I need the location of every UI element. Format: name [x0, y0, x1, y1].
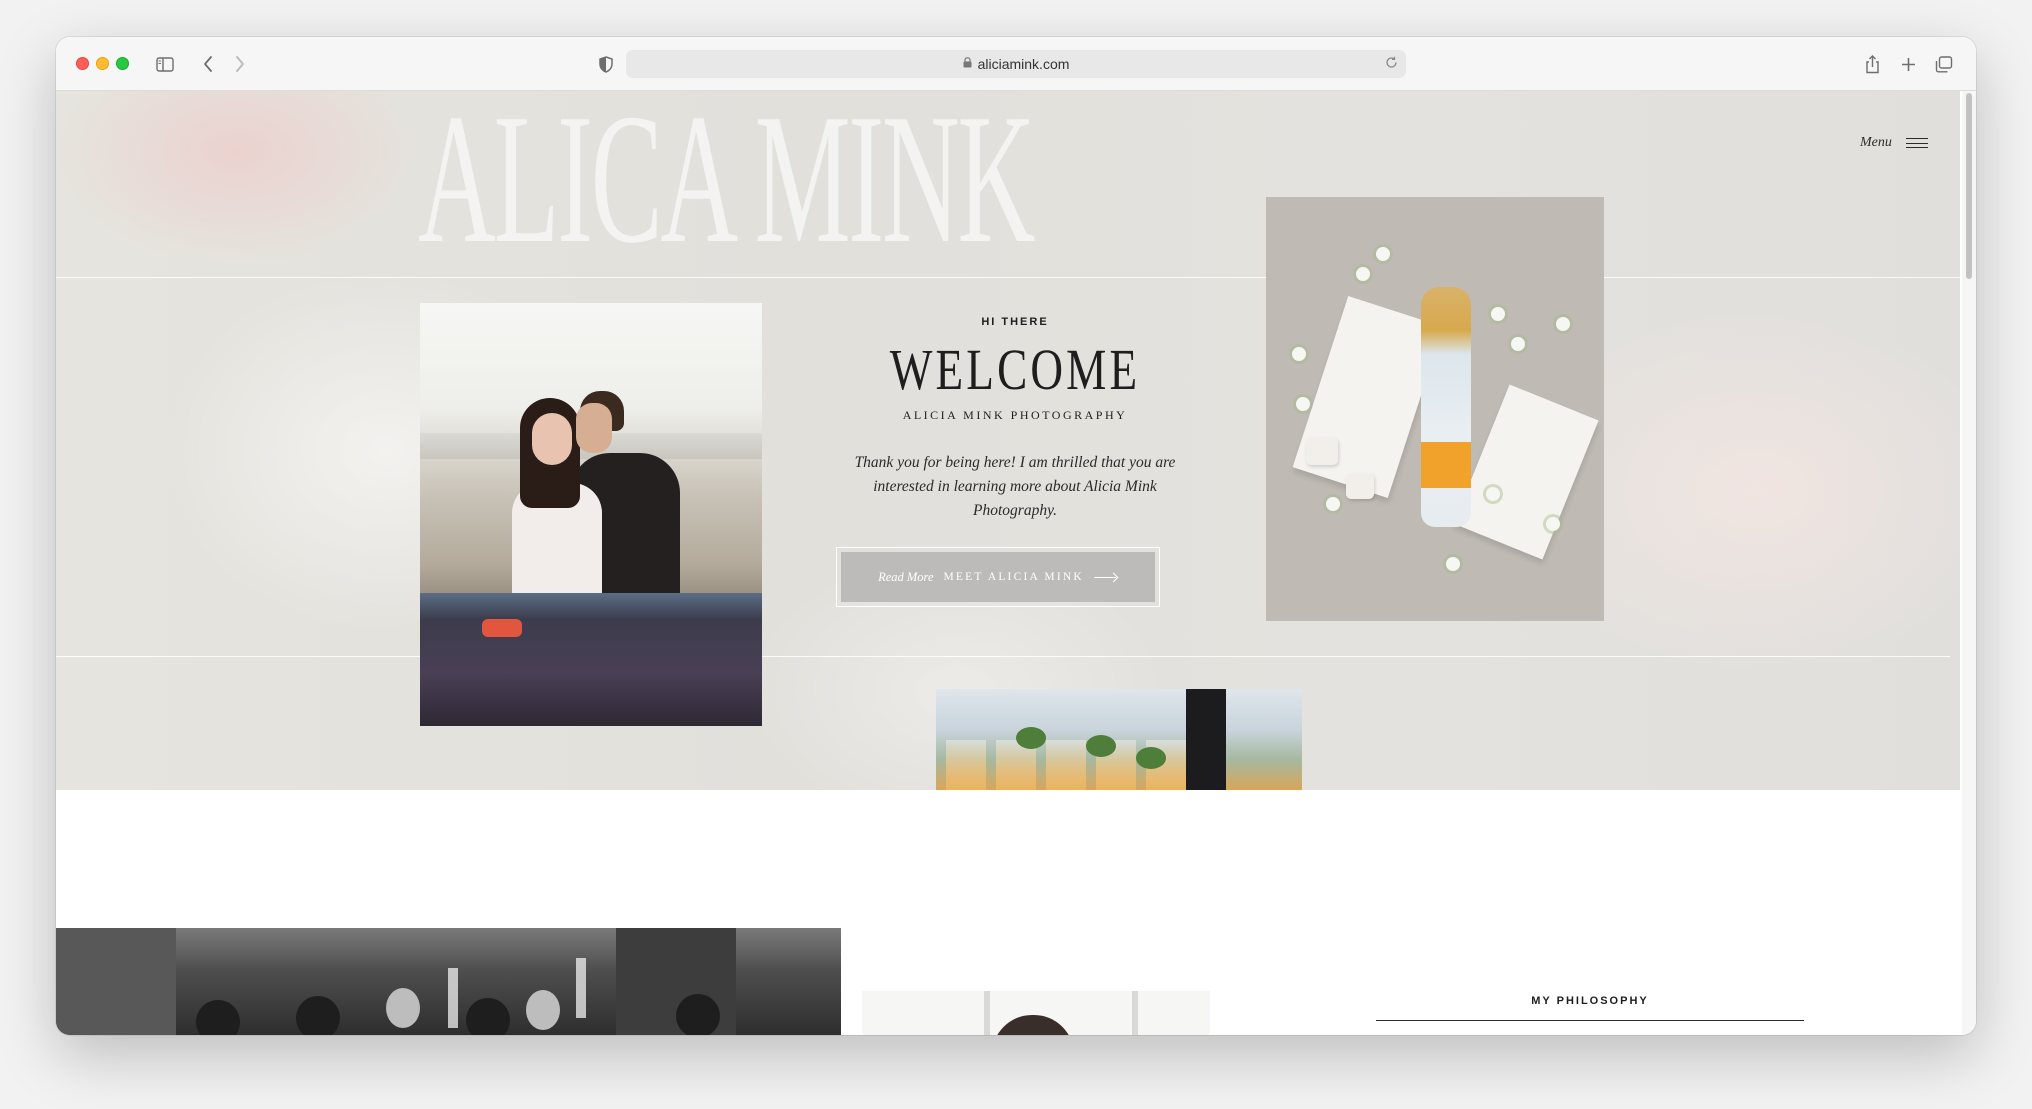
menu-label: Menu: [1860, 135, 1892, 150]
lock-icon: [963, 57, 972, 71]
reload-icon[interactable]: [1385, 56, 1398, 72]
hero-title: WELCOME: [889, 337, 1141, 402]
browser-window: aliciamink.com ALICA MINK Menu HI THERE …: [56, 37, 1976, 1035]
chevron-left-icon[interactable]: [196, 51, 220, 77]
shield-icon[interactable]: [594, 51, 618, 77]
divider-line: [56, 277, 1266, 278]
share-icon[interactable]: [1860, 51, 1884, 77]
page-scrollbar[interactable]: [1962, 91, 1976, 1035]
welcome-block: HI THERE WELCOME ALICIA MINK PHOTOGRAPHY…: [828, 316, 1202, 523]
hero-kicker: HI THERE: [981, 316, 1049, 328]
brand-watermark: ALICA MINK: [418, 91, 1035, 282]
hero-intro: Thank you for being here! I am thrilled …: [854, 454, 1176, 519]
url-text: aliciamink.com: [977, 56, 1070, 72]
hamburger-icon: [1905, 138, 1928, 148]
cta-read-more: Read More: [878, 569, 934, 584]
cta-frame: Read More MEET ALICIA MINK: [836, 547, 1160, 607]
page-viewport: ALICA MINK Menu HI THERE WELCOME ALICIA …: [56, 91, 1976, 1035]
sidebar-icon[interactable]: [152, 51, 178, 77]
address-bar[interactable]: aliciamink.com: [626, 50, 1406, 78]
chevron-right-icon[interactable]: [228, 51, 252, 77]
hero-section: ALICA MINK Menu HI THERE WELCOME ALICIA …: [56, 91, 1960, 790]
meet-alicia-button[interactable]: Read More MEET ALICIA MINK: [841, 552, 1155, 602]
cta-label: MEET ALICIA MINK: [943, 571, 1084, 583]
scrollbar-thumb[interactable]: [1966, 93, 1972, 279]
cocktails-photo: [936, 689, 1302, 790]
portrait-photo: [862, 991, 1210, 1035]
menu-button[interactable]: Menu: [1860, 133, 1928, 153]
divider-line: [56, 656, 1950, 657]
tab-overview-icon[interactable]: [1932, 51, 1956, 77]
party-photo: [56, 928, 841, 1035]
plus-icon[interactable]: [1896, 51, 1920, 77]
arrow-right-icon: [1093, 573, 1118, 581]
hero-subtitle: ALICIA MINK PHOTOGRAPHY: [902, 408, 1128, 422]
philosophy-label: MY PHILOSOPHY: [1531, 995, 1649, 1007]
minimize-window-button[interactable]: [96, 57, 109, 70]
philosophy-heading: MY PHILOSOPHY: [1376, 995, 1804, 1021]
browser-toolbar: aliciamink.com: [56, 37, 1976, 91]
couple-photo: [420, 303, 762, 726]
philosophy-rule: [1376, 1020, 1804, 1021]
champagne-photo: [1266, 197, 1604, 621]
zoom-window-button[interactable]: [116, 57, 129, 70]
close-window-button[interactable]: [76, 57, 89, 70]
